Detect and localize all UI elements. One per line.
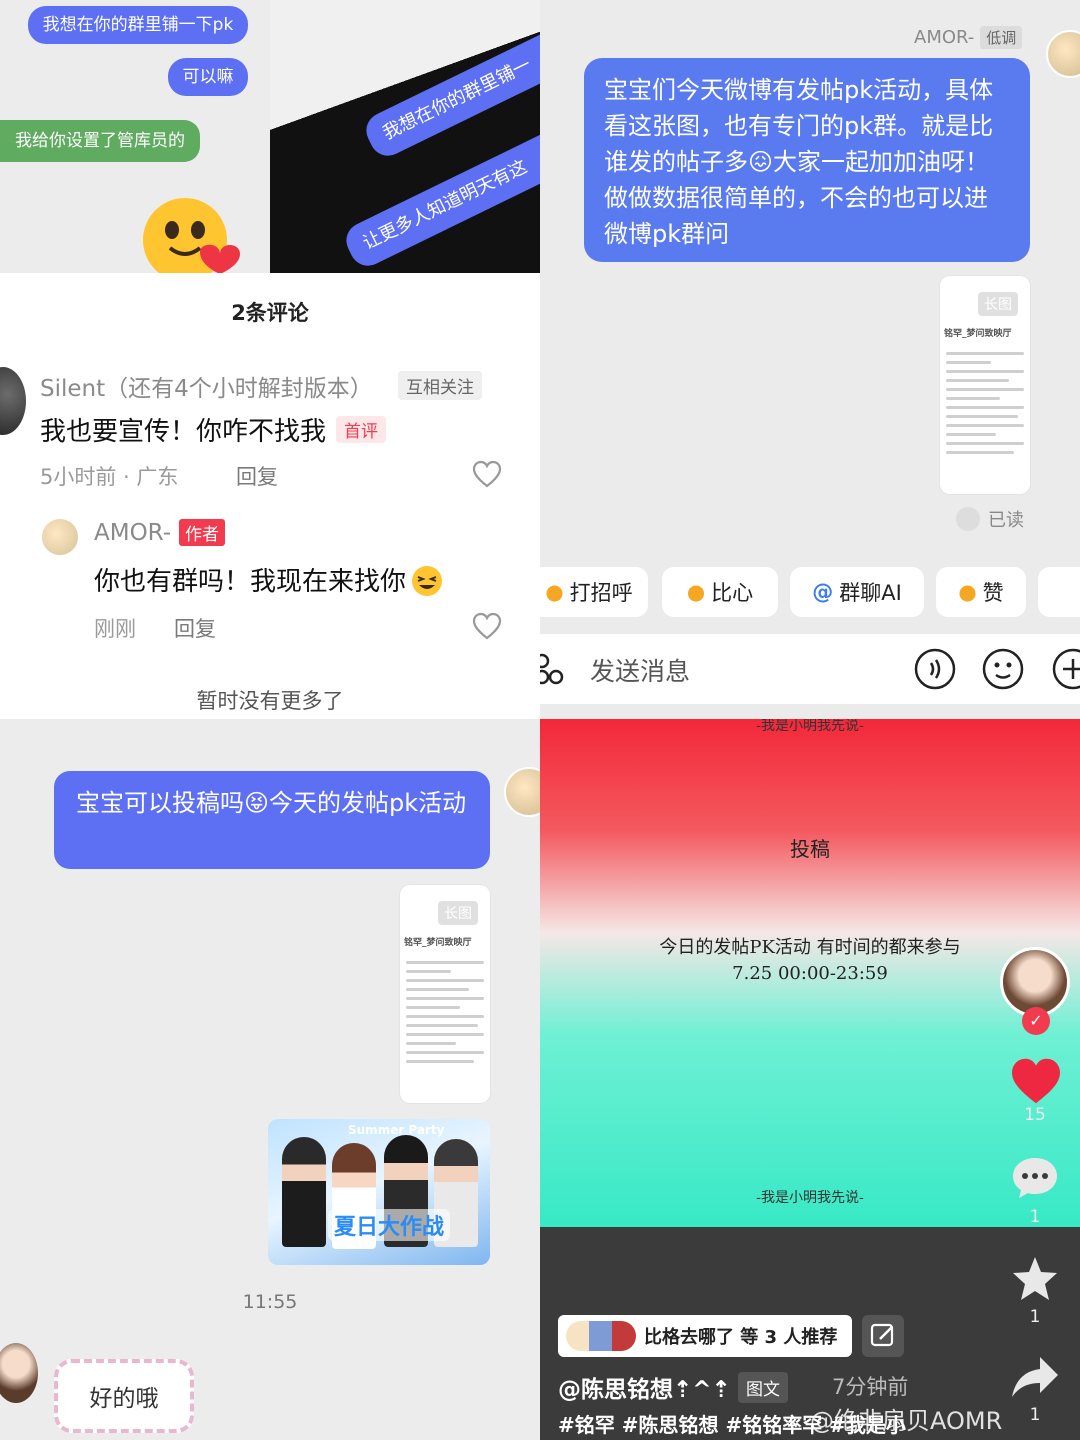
sender-name-text: AMOR- xyxy=(914,27,975,48)
avatar-stack xyxy=(566,1321,636,1351)
quick-chip-like[interactable]: ● 赞 xyxy=(936,567,1026,617)
chat-bubble[interactable]: 可以嘛 xyxy=(168,58,248,96)
poster-person xyxy=(282,1137,326,1247)
post-caption-bottom: -我是小明我先说- xyxy=(756,1190,864,1206)
chat-bubble[interactable]: 我给你设置了管库员的 xyxy=(0,120,200,162)
chat-screenshot-bottom-left: 宝宝可以投稿吗😝今天的发帖pk活动 长图 铭罕_梦问致映厅 Summer Par… xyxy=(0,719,540,1440)
quick-chip-label: 打招呼 xyxy=(569,581,633,605)
avatar[interactable] xyxy=(0,367,26,435)
tilted-screenshot: 我想在你的群里铺一 让更多人知道明天有这 xyxy=(270,0,540,273)
poster-title: 夏日大作战 xyxy=(328,1209,451,1241)
favorite-count: 1 xyxy=(1029,1307,1041,1327)
quick-chip-label: 赞 xyxy=(982,581,1004,605)
long-image-tag: 长图 xyxy=(438,901,478,925)
poster-subtitle: Summer Party xyxy=(348,1123,445,1137)
wave-emoji-icon: ● xyxy=(545,580,564,604)
relation-badge: 互相关注 xyxy=(398,371,482,400)
doc-title: 铭罕_梦问致映厅 xyxy=(404,938,472,948)
avatar[interactable] xyxy=(40,517,80,557)
sender-name: AMOR- 低调 xyxy=(914,26,1023,49)
chat-bubble[interactable]: 我想在你的群里铺一下pk xyxy=(28,6,248,44)
comment-username[interactable]: Silent（还有4个小时解封版本） xyxy=(40,369,373,403)
post-heading: 投稿 xyxy=(790,837,830,861)
edit-icon[interactable] xyxy=(862,1315,904,1357)
thumbs-up-icon: ● xyxy=(958,580,977,604)
author-badge: 作者 xyxy=(179,519,226,546)
comment-meta: 5小时前 · 广东 xyxy=(40,465,179,489)
quick-chip-label: 比心 xyxy=(711,581,754,605)
comments-panel: 2条评论 Silent（还有4个小时解封版本） 互相关注 我也要宣传！你咋不找我… xyxy=(0,273,540,719)
chat-screenshot-top-right: AMOR- 低调 宝宝们今天微博有发帖pk活动，具体看这张图，也有专门的pk群。… xyxy=(540,0,1080,719)
quick-chip-label: 群聊AI xyxy=(839,581,902,605)
watermark: @绝非扇贝AOMR xyxy=(810,1407,1003,1435)
grid-icon[interactable] xyxy=(540,652,564,686)
message-bubble[interactable]: 宝宝可以投稿吗😝今天的发帖pk活动 xyxy=(54,771,490,869)
quick-chip-greet[interactable]: ● 打招呼 xyxy=(540,567,648,617)
comment-time: 刚刚 xyxy=(94,617,136,641)
post-screenshot-bottom-right: -我是小明我先说- 投稿 今日的发帖PK活动 有时间的都来参与 7.25 00:… xyxy=(540,719,1080,1440)
read-status-text: 已读 xyxy=(988,510,1024,531)
poster-image[interactable]: Summer Party 夏日大作战 xyxy=(268,1119,490,1265)
smile-heart-emoji-icon xyxy=(143,198,240,273)
heart-icon[interactable] xyxy=(1010,1057,1062,1105)
long-image-attachment[interactable]: 长图 铭罕_梦问致映厅 xyxy=(400,885,490,1103)
message-time: 11:55 xyxy=(242,1291,298,1313)
long-image-attachment[interactable]: 长图 铭罕_梦问致映厅 xyxy=(940,276,1030,494)
at-icon: @ xyxy=(812,580,834,604)
avatar[interactable] xyxy=(0,1343,38,1403)
like-count: 15 xyxy=(1024,1105,1046,1125)
comment-text: 你也有群吗！我现在来找你 xyxy=(94,561,446,598)
post-time: 7分钟前 xyxy=(832,1375,909,1399)
heart-outline-icon[interactable] xyxy=(472,612,502,640)
reply-button[interactable]: 回复 xyxy=(174,613,216,643)
avatar[interactable] xyxy=(1046,30,1080,78)
avatar[interactable] xyxy=(504,767,540,817)
sticker-reply[interactable]: 好的哦 xyxy=(54,1359,194,1433)
recommend-pill[interactable]: 比格去哪了 等 3 人推荐 xyxy=(558,1315,852,1357)
post-image[interactable]: -我是小明我先说- 投稿 今日的发帖PK活动 有时间的都来参与 7.25 00:… xyxy=(540,719,1080,1227)
read-receipt: 已读 xyxy=(956,506,1024,532)
share-icon[interactable] xyxy=(1010,1355,1060,1399)
message-bubble[interactable]: 宝宝们今天微博有发帖pk活动，具体看这张图，也有专门的pk群。就是比谁发的帖子多… xyxy=(584,58,1030,262)
post-author[interactable]: @陈思铭想⇡^⇡ xyxy=(558,1370,731,1404)
comment-count: 1 xyxy=(1029,1207,1041,1227)
comment-username[interactable]: AMOR- 作者 xyxy=(94,519,226,546)
star-icon[interactable] xyxy=(1010,1255,1060,1303)
no-more-hint: 暂时没有更多了 xyxy=(196,689,344,713)
long-image-tag: 长图 xyxy=(978,292,1018,316)
first-comment-badge: 首评 xyxy=(336,416,387,443)
heart-emoji-icon: ● xyxy=(686,580,706,604)
sticker-text: 好的哦 xyxy=(89,1386,159,1412)
quick-chip-heart[interactable]: ● 比心 xyxy=(662,567,778,617)
chat-screenshot-top-left: 我想在你的群里铺一下pk 可以嘛 我给你设置了管库员的 我想在你的群里铺一 让更… xyxy=(0,0,540,273)
message-input[interactable]: 发送消息 xyxy=(590,652,690,688)
sender-tag: 低调 xyxy=(980,26,1023,49)
plus-icon[interactable] xyxy=(1052,648,1080,690)
heart-outline-icon[interactable] xyxy=(472,460,502,488)
reply-button[interactable]: 回复 xyxy=(236,461,278,491)
post-line: 7.25 00:00-23:59 xyxy=(732,963,888,984)
post-type-badge: 图文 xyxy=(738,1372,788,1403)
quick-chip-more[interactable] xyxy=(1038,567,1080,617)
message-input-bar: 发送消息 xyxy=(540,634,1080,704)
recommend-text: 比格去哪了 等 3 人推荐 xyxy=(644,1327,838,1348)
comments-title: 2条评论 xyxy=(231,301,309,325)
reader-avatar xyxy=(956,507,980,531)
post-line: 今日的发帖PK活动 有时间的都来参与 xyxy=(659,937,961,958)
comment-username-text: AMOR- xyxy=(94,519,172,546)
share-count: 1 xyxy=(1029,1405,1041,1425)
comment-text: 我也要宣传！你咋不找我 首评 xyxy=(40,411,387,448)
comment-text-body: 我也要宣传！你咋不找我 xyxy=(40,417,327,447)
post-caption-top: -我是小明我先说- xyxy=(756,719,864,734)
quick-chip-ai[interactable]: @ 群聊AI xyxy=(790,567,924,617)
comment-text-body: 你也有群吗！我现在来找你 xyxy=(94,567,407,597)
emoji-icon[interactable] xyxy=(982,648,1024,690)
voice-icon[interactable] xyxy=(914,648,956,690)
comment-bubble-icon[interactable] xyxy=(1010,1155,1060,1201)
laughing-emoji-icon xyxy=(412,565,443,596)
doc-title: 铭罕_梦问致映厅 xyxy=(944,329,1012,339)
follow-icon[interactable]: ✓ xyxy=(1022,1007,1050,1035)
